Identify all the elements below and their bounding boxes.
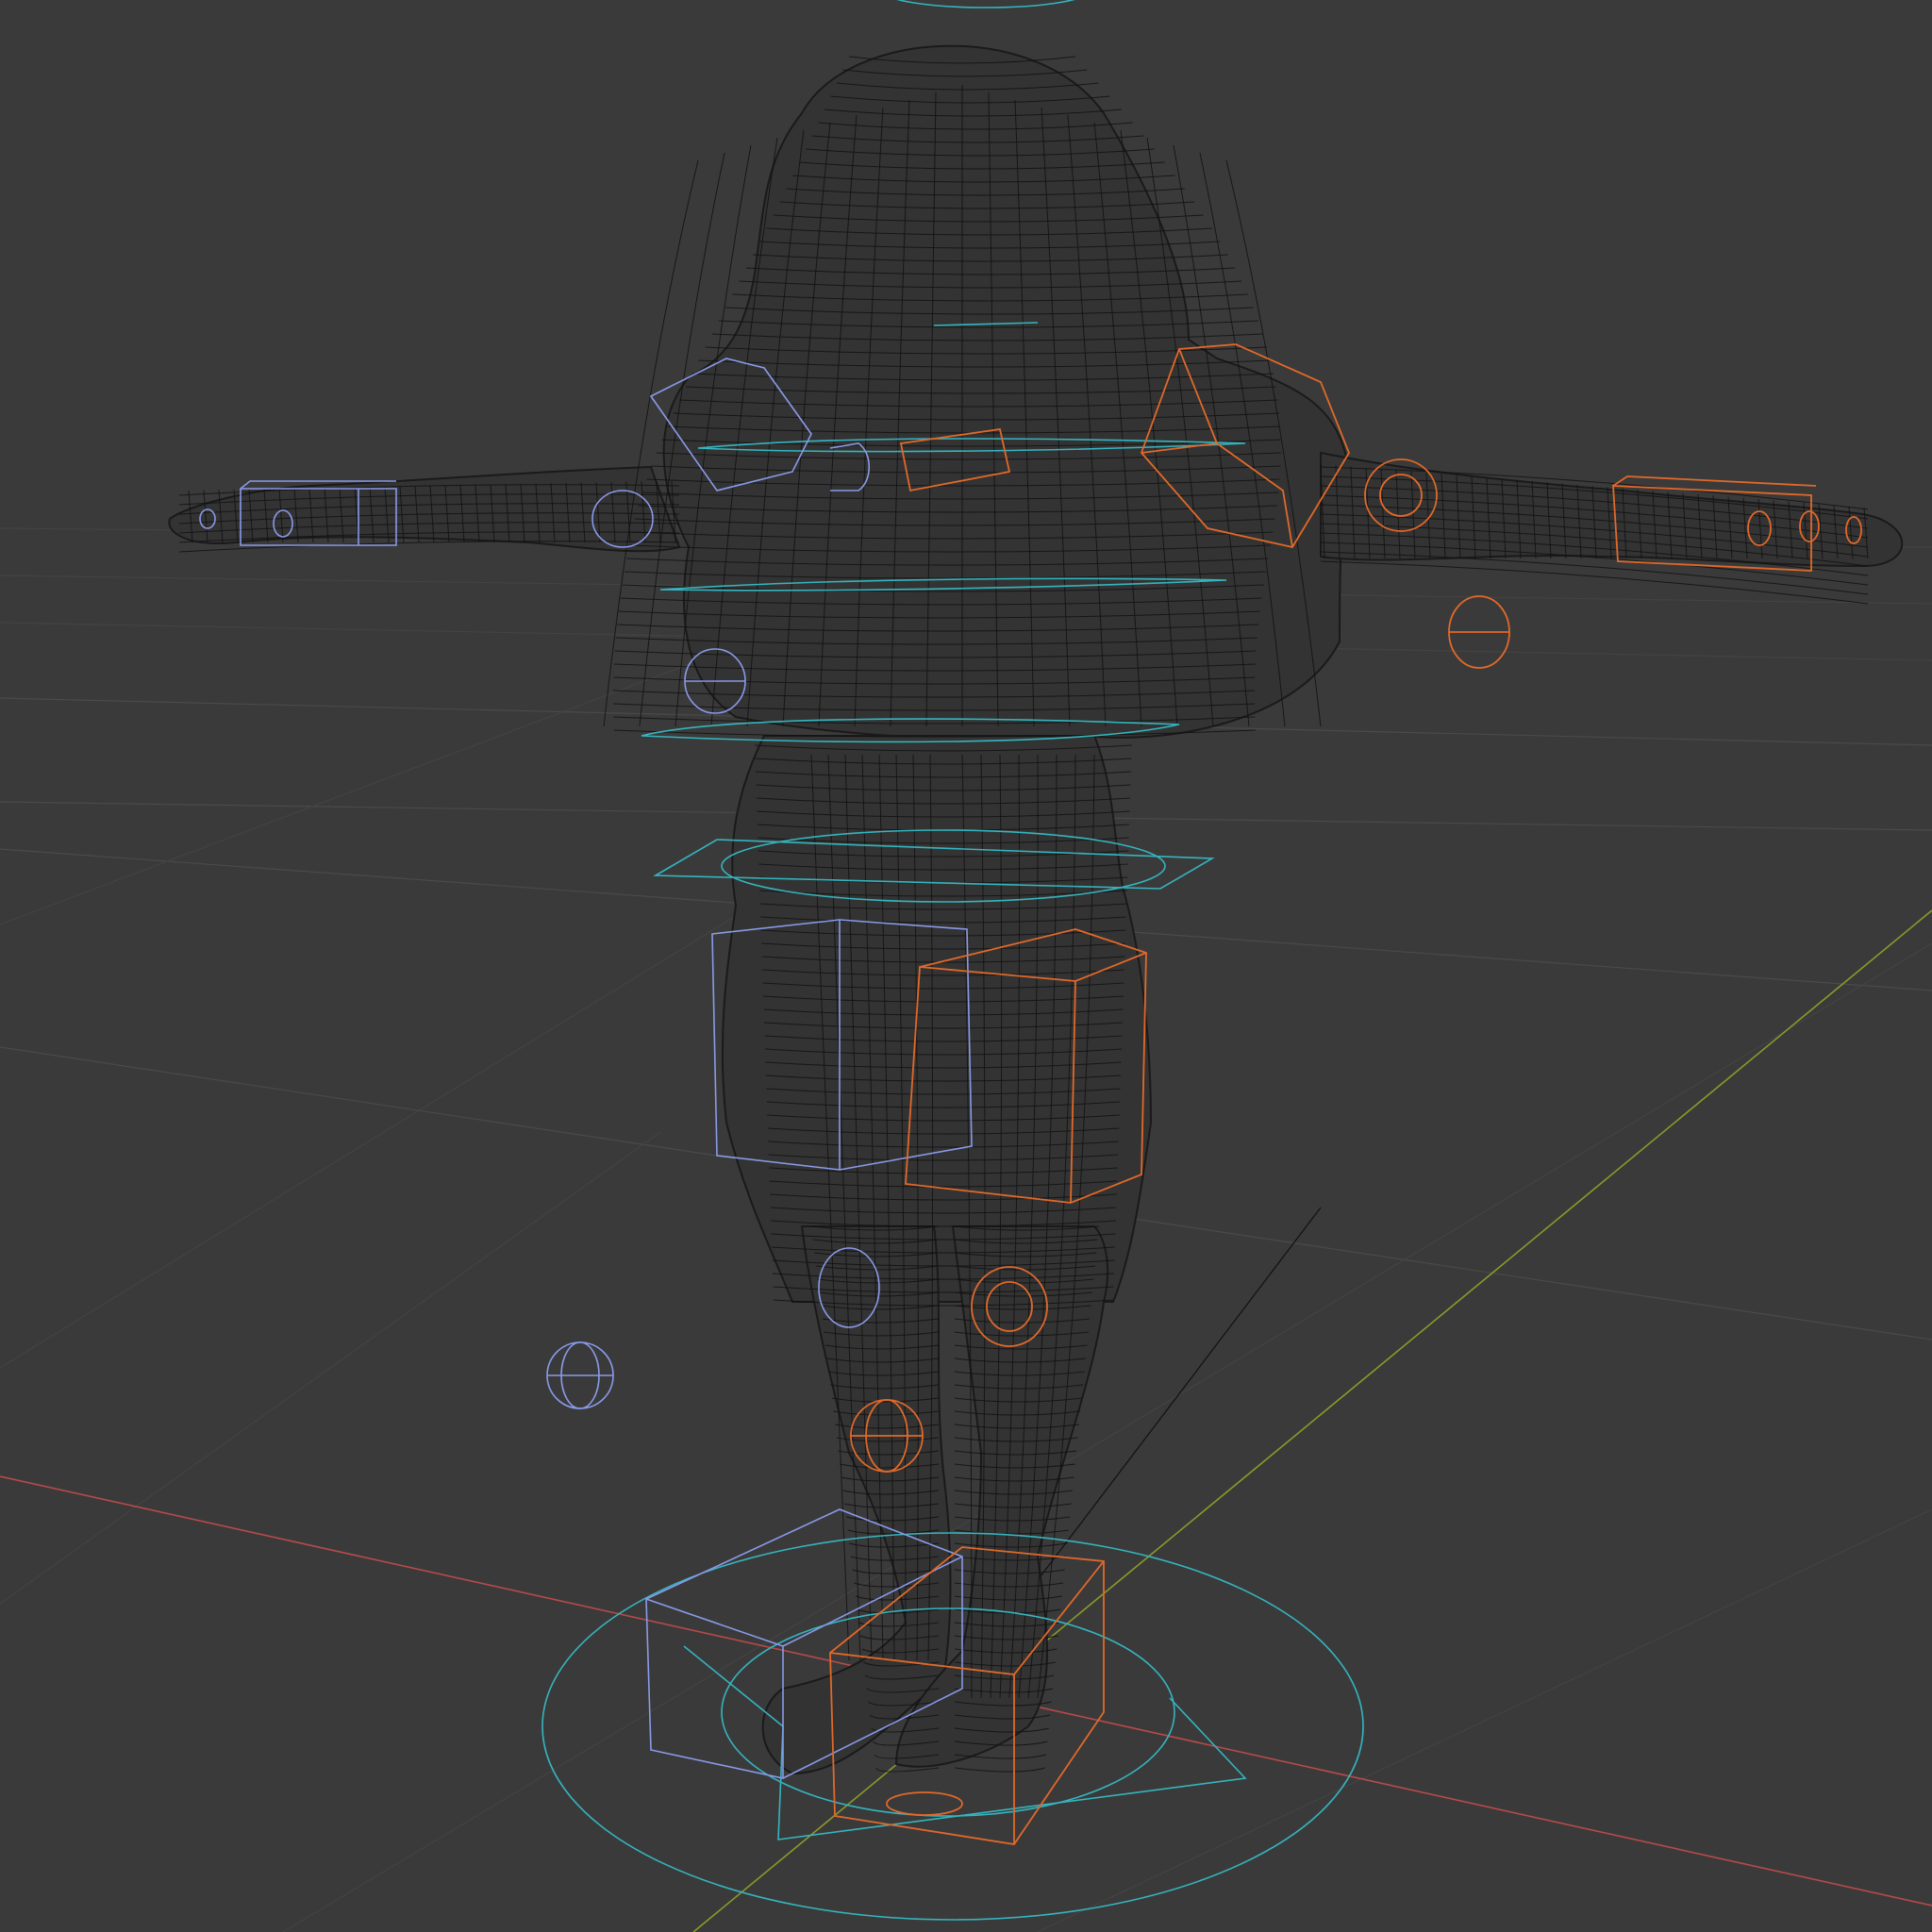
wire-edge	[875, 1767, 940, 1773]
viewport-canvas[interactable]	[0, 0, 1932, 1932]
head-top-control[interactable]	[882, 0, 1090, 8]
right-heel-control[interactable]	[886, 1791, 963, 1816]
character-mesh[interactable]	[168, 44, 1904, 1775]
3d-viewport[interactable]	[0, 0, 1932, 1932]
wire-edge	[1320, 560, 1869, 605]
wire-edge	[954, 1767, 1045, 1773]
